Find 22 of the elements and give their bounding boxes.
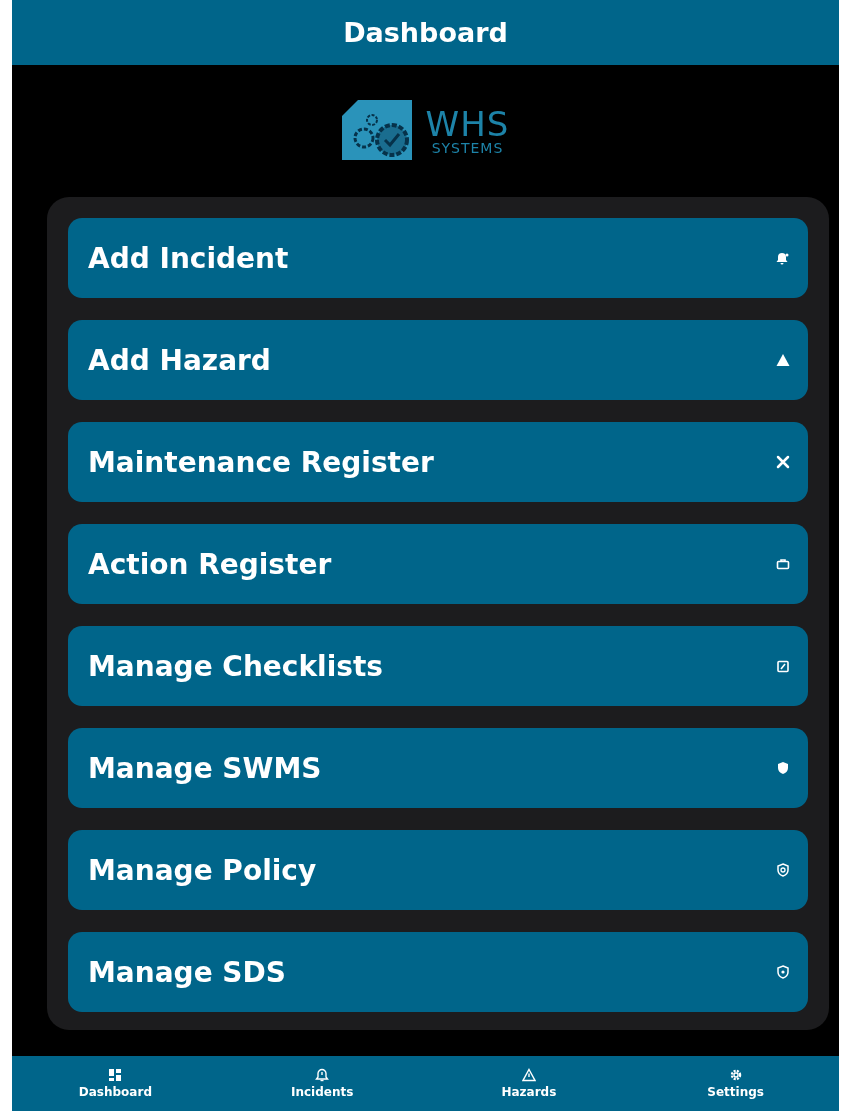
menu-button[interactable]: Manage SDS [68,932,808,1012]
warning-icon [521,1068,536,1082]
clipboard-icon [776,659,790,673]
settings-icon [728,1068,743,1082]
menu-button[interactable]: Manage Checklists [68,626,808,706]
briefcase-icon [776,557,790,571]
bell-icon [315,1068,330,1082]
bell-icon [776,251,790,265]
menu-button[interactable]: Add Incident [68,218,808,298]
menu-button[interactable]: Maintenance Register [68,422,808,502]
menu-button[interactable]: Add Hazard [68,320,808,400]
menu-button[interactable]: Manage SWMS [68,728,808,808]
dashboard-icon [108,1068,123,1082]
menu-button[interactable]: Action Register [68,524,808,604]
screen-title: Dashboard [343,17,508,48]
shield-icon [776,863,790,877]
warning-icon [776,353,790,367]
shield-icon [776,965,790,979]
logo-subtitle: SYSTEMS [431,141,504,155]
menu-button[interactable]: Manage Policy [68,830,808,910]
logo-name: WHS [425,107,510,141]
shield-icon [776,761,790,775]
